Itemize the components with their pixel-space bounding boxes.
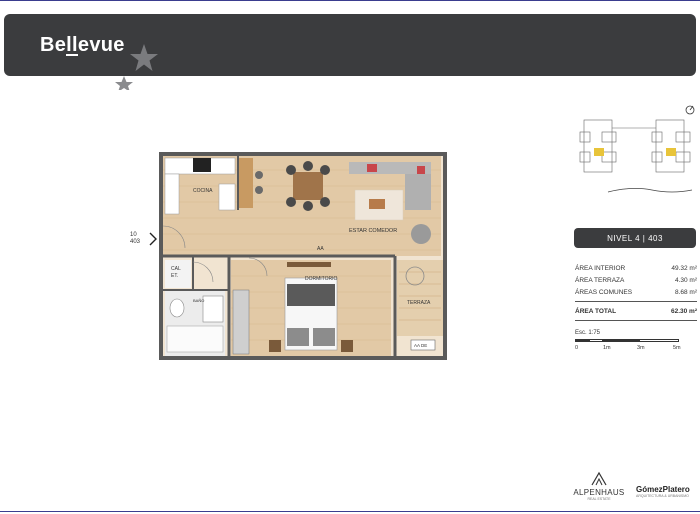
stars-icon xyxy=(115,44,158,90)
area-value: 49.32 m² xyxy=(671,264,697,272)
label-aa-de: AA DE xyxy=(414,343,427,348)
label-terraza: TERRAZA xyxy=(407,300,431,306)
label-estar-comedor: ESTAR COMEDOR xyxy=(349,228,397,234)
scale-bars xyxy=(575,339,681,342)
logo-text-part1: Be xyxy=(40,34,67,56)
scale-bar: Esc. 1:75 0 1m 3m 5m xyxy=(575,330,685,354)
bottom-rule xyxy=(0,511,700,512)
area-row: ÁREA TERRAZA 4.30 m² xyxy=(575,274,697,286)
gomezplatero-logo: GómezPlatero ARQUITECTURA & URBANISMO xyxy=(636,485,700,498)
gomezplatero-sub: ARQUITECTURA & URBANISMO xyxy=(636,494,689,498)
area-row: ÁREA INTERIOR 49.32 m² xyxy=(575,262,697,274)
scale-tick: 3m xyxy=(637,345,645,351)
floor-plan: COCINA ESTAR COMEDOR DORMITORIO TERRAZA … xyxy=(159,152,447,360)
alpenhaus-name: ALPENHAUS xyxy=(573,488,625,497)
area-total-row: ÁREA TOTAL 62.30 m² xyxy=(575,305,697,317)
area-label: ÁREA TERRAZA xyxy=(575,276,625,284)
label-bano: BAÑO xyxy=(193,298,204,303)
logo-text-part2: ll xyxy=(66,34,78,56)
areas-divider xyxy=(575,320,697,321)
label-cal: CAL xyxy=(171,266,181,272)
top-rule xyxy=(0,0,700,1)
scale-tick: 0 xyxy=(575,345,579,351)
area-value: 4.30 m² xyxy=(674,276,697,284)
alpenhaus-logo: ALPENHAUS REAL ESTATE xyxy=(567,470,631,504)
area-row: ÁREAS COMUNES 8.68 m² xyxy=(575,286,697,298)
scale-tick: 5m xyxy=(673,345,681,351)
label-dormitorio: DORMITORIO xyxy=(305,276,338,282)
label-cocina: COCINA xyxy=(193,188,213,194)
label-aa: AA xyxy=(317,246,324,252)
area-total-value: 62.30 m² xyxy=(670,307,697,315)
gomezplatero-name: GómezPlatero xyxy=(636,485,690,494)
nivel-badge: NIVEL 4 | 403 xyxy=(574,228,696,248)
header-bar: Bellevue xyxy=(4,14,696,90)
area-total-label: ÁREA TOTAL xyxy=(575,307,617,315)
entry-marker: 10 403 xyxy=(130,232,150,246)
area-label: ÁREA INTERIOR xyxy=(575,264,626,272)
mountain-icon xyxy=(591,471,607,486)
areas-table: ÁREA INTERIOR 49.32 m² ÁREA TERRAZA 4.30… xyxy=(575,262,697,324)
entry-label: 10 403 xyxy=(130,232,141,245)
area-value: 8.68 m² xyxy=(674,288,697,296)
areas-divider xyxy=(575,301,697,302)
alpenhaus-sub: REAL ESTATE xyxy=(587,497,611,501)
area-label: ÁREAS COMUNES xyxy=(575,288,633,296)
nivel-label: NIVEL 4 | 403 xyxy=(607,233,663,243)
scale-tick: 1m xyxy=(603,345,611,351)
scale-title: Esc. 1:75 xyxy=(575,330,601,336)
label-et: ET. xyxy=(171,273,178,279)
building-keymap xyxy=(579,105,695,193)
